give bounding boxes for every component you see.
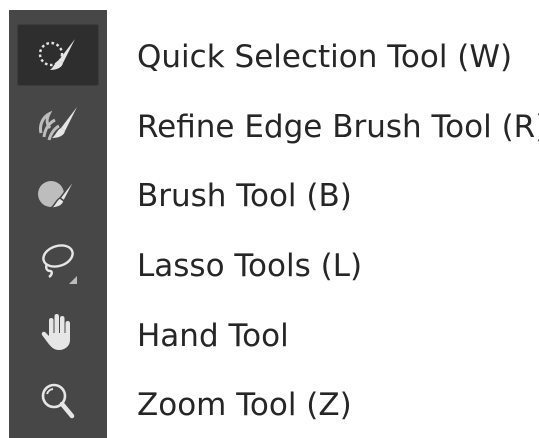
lasso-icon: [35, 240, 81, 286]
hand-icon: [38, 311, 78, 353]
quick-selection-tool-label: Quick Selection Tool (W): [137, 39, 513, 75]
zoom-icon: [38, 381, 78, 423]
lasso-tool-button[interactable]: [17, 232, 99, 294]
refine-edge-brush-tool-label: Refine Edge Brush Tool (R): [137, 109, 539, 145]
brush-tool-button[interactable]: [17, 162, 99, 224]
quick-selection-icon: [35, 34, 81, 76]
hand-tool-label: Hand Tool: [137, 318, 289, 354]
quick-selection-tool-button[interactable]: [17, 24, 99, 86]
refine-edge-brush-icon: [35, 103, 81, 145]
lasso-tools-label: Lasso Tools (L): [137, 248, 363, 284]
zoom-tool-label: Zoom Tool (Z): [137, 387, 352, 423]
brush-icon: [35, 172, 81, 214]
tools-panel: [9, 10, 107, 438]
hand-tool-button[interactable]: [17, 301, 99, 363]
brush-tool-label: Brush Tool (B): [137, 178, 352, 214]
refine-edge-brush-tool-button[interactable]: [17, 93, 99, 155]
zoom-tool-button[interactable]: [17, 371, 99, 433]
